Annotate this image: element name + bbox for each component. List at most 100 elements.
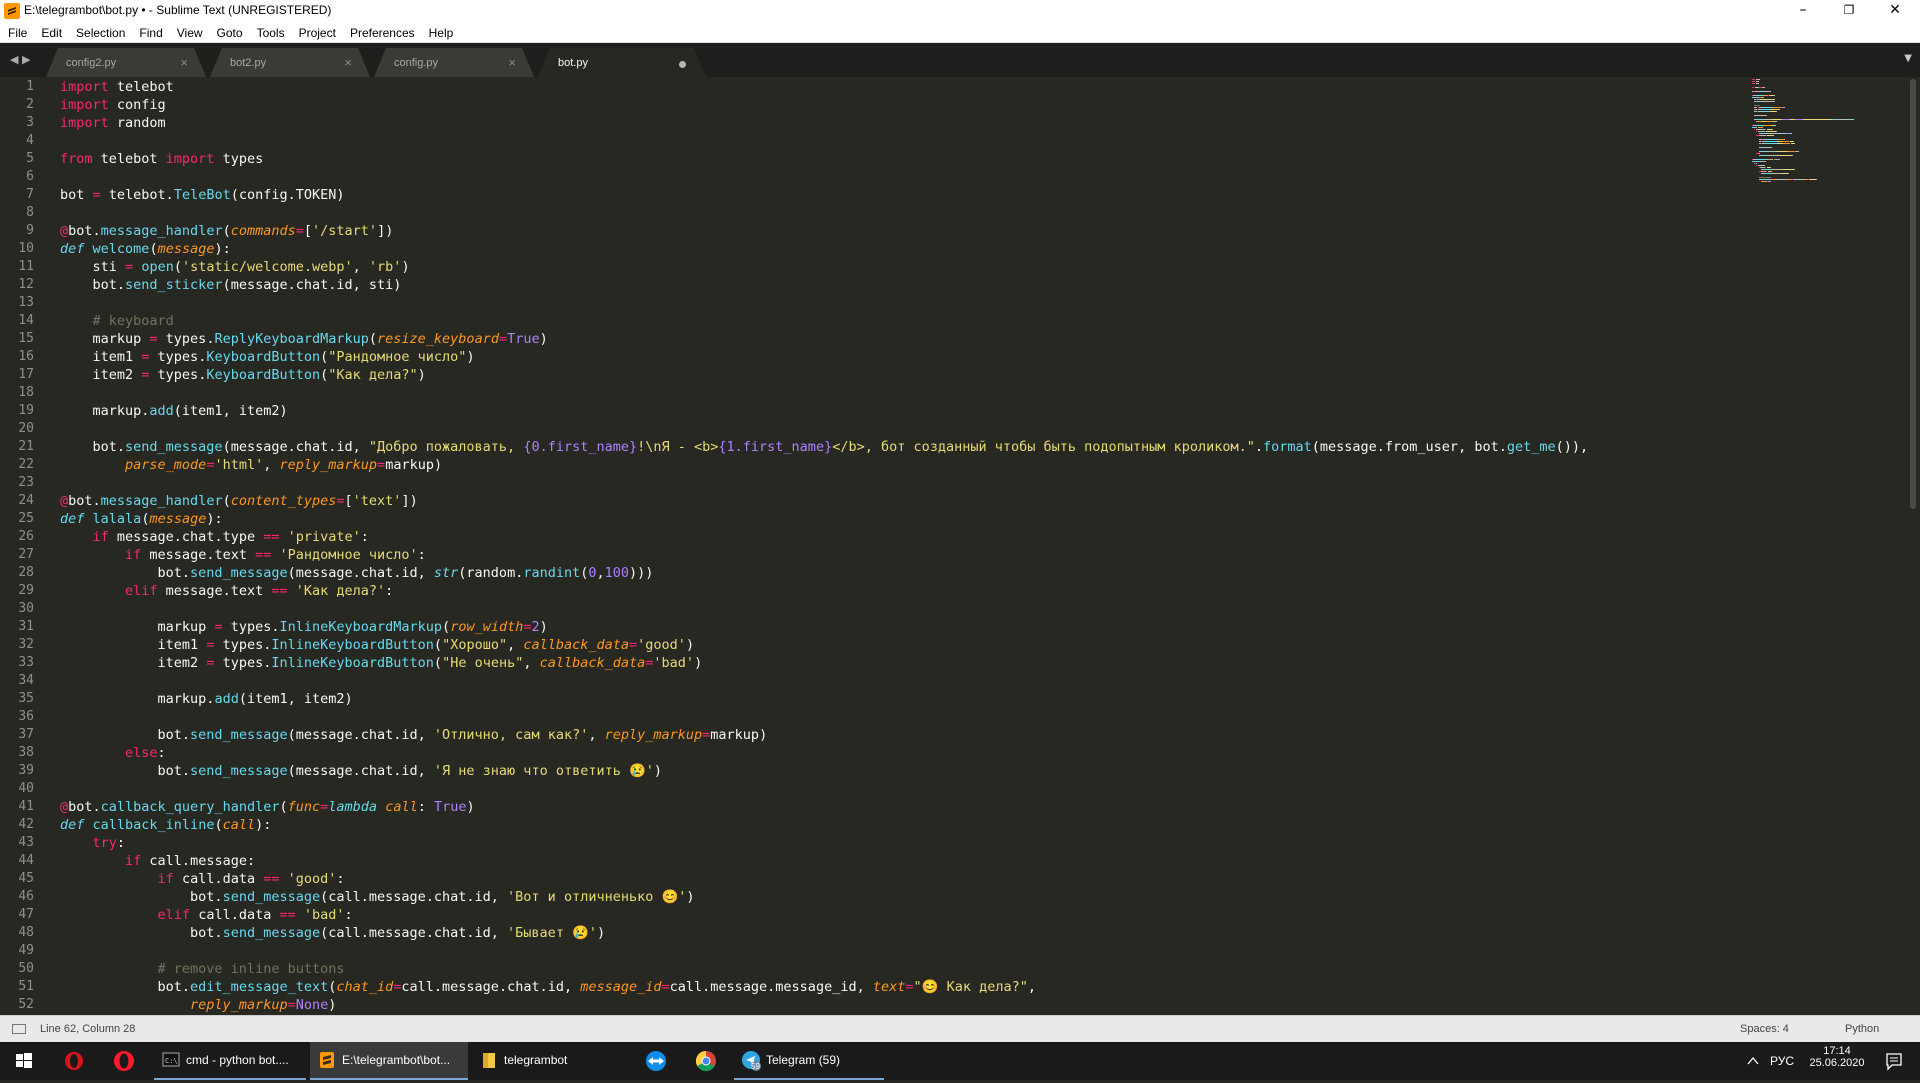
- opera-icon[interactable]: [104, 1042, 144, 1080]
- code-line[interactable]: bot.send_message(call.message.chat.id, '…: [60, 888, 695, 906]
- tab-bot2[interactable]: bot2.py ×: [210, 48, 370, 77]
- minimap[interactable]: [1752, 77, 1908, 207]
- tab-bot[interactable]: bot.py: [538, 48, 706, 77]
- code-line[interactable]: bot.send_message(message.chat.id, str(ra…: [60, 564, 654, 582]
- code-line[interactable]: sti = open('static/welcome.webp', 'rb'): [60, 258, 410, 276]
- code-line[interactable]: elif call.data == 'bad':: [60, 906, 353, 924]
- minimap-mark: [1755, 79, 1760, 80]
- code-line[interactable]: try:: [60, 834, 126, 852]
- menu-preferences[interactable]: Preferences: [343, 23, 422, 43]
- menu-tools[interactable]: Tools: [250, 23, 292, 43]
- code-line[interactable]: if call.message:: [60, 852, 255, 870]
- code-view[interactable]: import telebot import config import random…: [60, 77, 1750, 1015]
- notifications-icon[interactable]: [1874, 1042, 1914, 1080]
- code-line[interactable]: bot.edit_message_text(chat_id=call.messa…: [60, 978, 1036, 996]
- code-token: message_handler: [100, 493, 223, 509]
- code-line[interactable]: else:: [60, 744, 166, 762]
- code-line[interactable]: item2 = types.InlineKeyboardButton("Не о…: [60, 654, 703, 672]
- code-line[interactable]: def lalala(message):: [60, 510, 223, 528]
- tab-close-icon[interactable]: ×: [180, 55, 188, 70]
- chrome-icon[interactable]: [686, 1042, 726, 1080]
- tab-dropdown-icon[interactable]: ▼: [1904, 53, 1912, 64]
- minimize-button[interactable]: –: [1780, 0, 1826, 22]
- menu-file[interactable]: File: [0, 23, 34, 43]
- minimap-mark: [1763, 125, 1771, 126]
- code-line[interactable]: bot.send_message(call.message.chat.id, '…: [60, 924, 605, 942]
- code-line[interactable]: bot = telebot.TeleBot(config.TOKEN): [60, 186, 345, 204]
- minimap-mark: [1770, 181, 1772, 182]
- code-token: ): [539, 331, 548, 347]
- code-line[interactable]: @bot.message_handler(commands=['/start']…: [60, 222, 393, 240]
- code-line[interactable]: markup = types.ReplyKeyboardMarkup(resiz…: [60, 330, 548, 348]
- task-telegram[interactable]: 59 Telegram (59): [734, 1042, 884, 1080]
- tray-overflow-icon[interactable]: [1742, 1042, 1764, 1080]
- code-line[interactable]: markup.add(item1, item2): [60, 690, 353, 708]
- menu-find[interactable]: Find: [132, 23, 169, 43]
- minimap-mark: [1756, 101, 1763, 102]
- code-line[interactable]: # remove inline buttons: [60, 960, 345, 978]
- code-line[interactable]: item2 = types.KeyboardButton("Как дела?"…: [60, 366, 426, 384]
- code-line[interactable]: import telebot: [60, 78, 174, 96]
- code-line[interactable]: import random: [60, 114, 166, 132]
- code-line[interactable]: markup = types.InlineKeyboardMarkup(row_…: [60, 618, 548, 636]
- code-line[interactable]: import config: [60, 96, 166, 114]
- tab-prev-icon[interactable]: ◀: [10, 53, 18, 66]
- tab-close-icon[interactable]: ×: [344, 55, 352, 70]
- minimap-mark: [1765, 141, 1777, 142]
- indentation-setting[interactable]: Spaces: 4: [1740, 1023, 1789, 1035]
- code-line[interactable]: parse_mode='html', reply_markup=markup): [60, 456, 442, 474]
- code-token: =: [498, 331, 508, 347]
- code-line[interactable]: item1 = types.InlineKeyboardButton("Хоро…: [60, 636, 695, 654]
- close-button[interactable]: ✕: [1872, 0, 1918, 22]
- code-token: import: [60, 79, 109, 95]
- code-line[interactable]: # keyboard: [60, 312, 174, 330]
- tab-config2[interactable]: config2.py ×: [46, 48, 206, 77]
- code-line[interactable]: def welcome(message):: [60, 240, 231, 258]
- tab-next-icon[interactable]: ▶: [22, 53, 30, 66]
- code-line[interactable]: markup.add(item1, item2): [60, 402, 288, 420]
- menu-goto[interactable]: Goto: [210, 23, 250, 43]
- teamviewer-icon[interactable]: [636, 1042, 676, 1080]
- code-line[interactable]: elif message.text == 'Как дела?':: [60, 582, 393, 600]
- panel-toggle-icon[interactable]: [12, 1024, 26, 1034]
- menu-help[interactable]: Help: [422, 23, 461, 43]
- code-line[interactable]: item1 = types.KeyboardButton("Рандомное …: [60, 348, 475, 366]
- minimap-mark: [1752, 79, 1756, 80]
- code-line[interactable]: if message.chat.type == 'private':: [60, 528, 369, 546]
- code-line[interactable]: from telebot import types: [60, 150, 263, 168]
- code-line[interactable]: @bot.callback_query_handler(func=lambda …: [60, 798, 475, 816]
- tab-config[interactable]: config.py ×: [374, 48, 534, 77]
- line-number: 39: [18, 763, 34, 778]
- editor-area[interactable]: 1 2 3 4 5 6 7 8 9 10 11 12 13 14 15 16 17 18 19 20 21 22 23 24 2…: [0, 77, 1920, 1015]
- menu-edit[interactable]: Edit: [34, 23, 69, 43]
- vertical-scrollbar[interactable]: [1910, 79, 1916, 509]
- code-line[interactable]: bot.send_sticker(message.chat.id, sti): [60, 276, 402, 294]
- code-token: ):: [206, 511, 223, 527]
- unsaved-dot-icon[interactable]: [679, 61, 686, 68]
- minimap-mark: [1778, 109, 1780, 110]
- clock[interactable]: 17:14 25.06.2020: [1802, 1042, 1872, 1080]
- code-token: callback_inline: [92, 817, 215, 833]
- start-button[interactable]: [0, 1042, 46, 1080]
- code-line[interactable]: reply_markup=None): [60, 996, 336, 1014]
- code-line[interactable]: bot.send_message(message.chat.id, 'Я не …: [60, 762, 663, 780]
- code-token: =: [629, 637, 638, 653]
- code-line[interactable]: if message.text == 'Рандомное число':: [60, 546, 426, 564]
- opera-gx-icon[interactable]: [54, 1042, 94, 1080]
- code-line[interactable]: bot.send_message(message.chat.id, 'Отлич…: [60, 726, 768, 744]
- minimap-mark: [1758, 87, 1762, 88]
- code-line[interactable]: def callback_inline(call):: [60, 816, 271, 834]
- menu-project[interactable]: Project: [292, 23, 343, 43]
- menu-view[interactable]: View: [170, 23, 210, 43]
- task-explorer[interactable]: telegrambot: [472, 1042, 630, 1080]
- maximize-button[interactable]: ❐: [1826, 0, 1872, 22]
- menu-selection[interactable]: Selection: [69, 23, 132, 43]
- line-number: 21: [18, 439, 34, 454]
- task-sublime[interactable]: E:\telegrambot\bot...: [310, 1042, 468, 1080]
- code-line[interactable]: if call.data == 'good':: [60, 870, 345, 888]
- task-cmd[interactable]: C:\ cmd - python bot....: [154, 1042, 306, 1080]
- tab-close-icon[interactable]: ×: [508, 55, 516, 70]
- code-line[interactable]: bot.send_message(message.chat.id, "Добро…: [60, 438, 1589, 456]
- code-line[interactable]: @bot.message_handler(content_types=['tex…: [60, 492, 418, 510]
- syntax-selector[interactable]: Python: [1845, 1023, 1879, 1035]
